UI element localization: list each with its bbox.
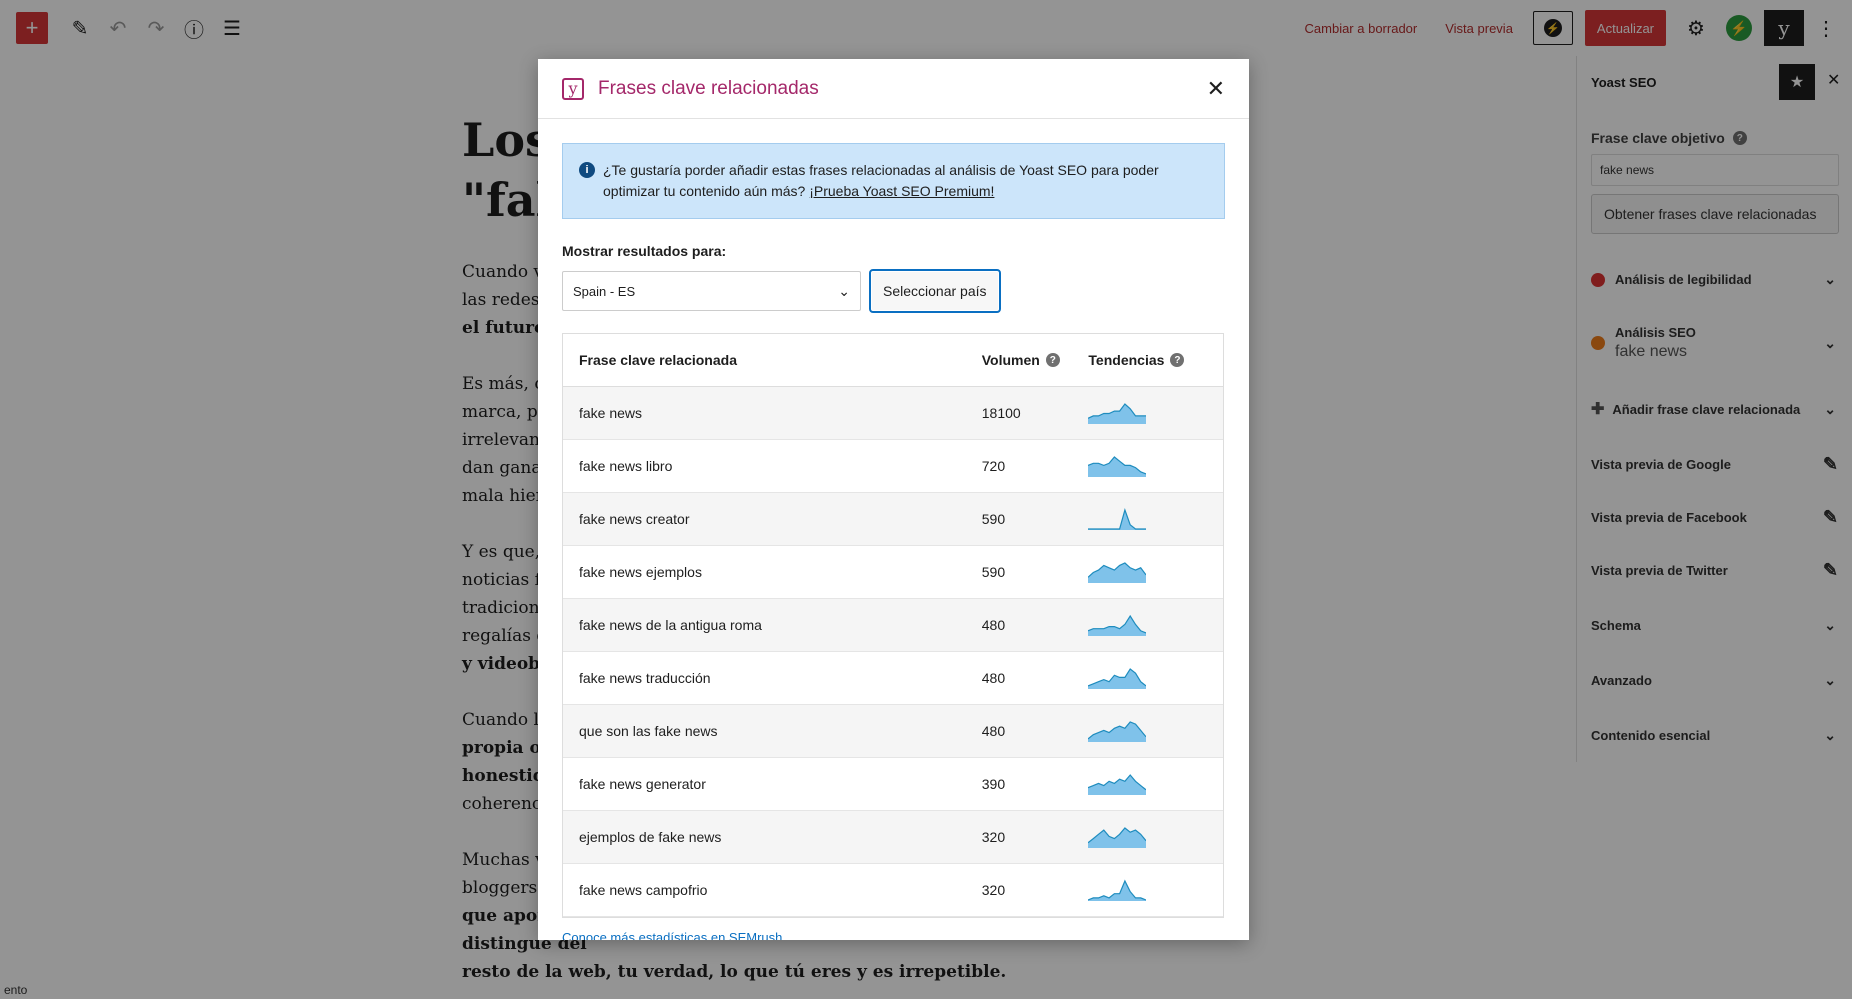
modal-title: Frases clave relacionadas (598, 77, 819, 99)
keyphrase-cell: que son las fake news (579, 723, 718, 739)
trend-chart (1088, 456, 1147, 477)
volume-cell: 320 (981, 882, 1006, 898)
trend-sparkline (1088, 402, 1223, 424)
table-row: fake news campofrio 320 (563, 864, 1223, 917)
table-header: Frase clave relacionada Volumen ? Tenden… (563, 334, 1223, 387)
trend-sparkline (1088, 773, 1223, 795)
keyphrase-cell: ejemplos de fake news (579, 829, 722, 845)
table-row: fake news ejemplos 590 (563, 546, 1223, 599)
keyphrase-cell: fake news libro (579, 458, 673, 474)
trend-area (1088, 404, 1147, 424)
keyphrase-cell: fake news campofrio (579, 882, 708, 898)
trend-area (1088, 563, 1147, 583)
trend-chart (1088, 668, 1147, 689)
volume-cell: 720 (981, 458, 1006, 474)
modal-header: y Frases clave relacionadas ✕ (538, 59, 1249, 119)
table-row: fake news traducción 480 (563, 652, 1223, 705)
keyphrase-cell: fake news de la antigua roma (579, 617, 762, 633)
select-country-button[interactable]: Seleccionar país (869, 269, 1001, 313)
keyphrase-cell: fake news creator (579, 511, 690, 527)
trend-sparkline (1088, 455, 1223, 477)
table-row: fake news de la antigua roma 480 (563, 599, 1223, 652)
volume-cell: 480 (981, 670, 1006, 686)
country-select[interactable]: Spain - ES ⌄ (562, 271, 861, 311)
show-results-label: Mostrar resultados para: (562, 243, 727, 259)
trend-area (1088, 669, 1147, 689)
trend-sparkline (1088, 879, 1223, 901)
premium-alert: i ¿Te gustaría porder añadir estas frase… (562, 143, 1225, 219)
keyphrase-cell: fake news (579, 405, 643, 421)
trend-chart (1088, 721, 1147, 742)
trend-sparkline (1088, 720, 1223, 742)
chevron-down-icon: ⌄ (838, 282, 850, 299)
trend-sparkline (1088, 667, 1223, 689)
table-row: que son las fake news 480 (563, 705, 1223, 758)
trend-line (1088, 508, 1147, 530)
trend-chart (1088, 562, 1147, 583)
volume-cell: 390 (981, 776, 1006, 792)
trend-area (1088, 510, 1147, 530)
keyphrase-cell: fake news ejemplos (579, 564, 702, 580)
help-icon[interactable]: ? (1045, 353, 1060, 367)
trend-area (1088, 775, 1147, 795)
info-icon: i (579, 162, 595, 178)
col-trends-header: Tendencias ? (1088, 352, 1223, 368)
help-icon[interactable]: ? (1170, 353, 1185, 367)
volume-cell: 18100 (981, 405, 1021, 421)
trend-chart (1088, 879, 1147, 901)
trend-chart (1088, 827, 1147, 848)
volume-cell: 480 (981, 723, 1006, 739)
volume-cell: 480 (981, 617, 1006, 633)
volume-cell: 320 (981, 829, 1006, 845)
table-row: fake news generator 390 (563, 758, 1223, 811)
table-row: fake news libro 720 (563, 440, 1223, 493)
semrush-link[interactable]: Conoce más estadísticas en SEMrush (562, 930, 782, 940)
keyphrase-cell: fake news generator (579, 776, 706, 792)
trend-area (1088, 722, 1147, 742)
trend-sparkline (1088, 614, 1223, 636)
trend-sparkline (1088, 508, 1223, 530)
table-row: fake news creator 590 (563, 493, 1223, 546)
premium-link[interactable]: ¡Prueba Yoast SEO Premium! (809, 183, 994, 199)
table-row: fake news 18100 (563, 387, 1223, 440)
related-keyphrases-modal: y Frases clave relacionadas ✕ i ¿Te gust… (538, 59, 1249, 940)
trend-chart (1088, 403, 1147, 424)
trend-chart (1088, 508, 1147, 530)
trend-chart (1088, 774, 1147, 795)
close-icon[interactable]: ✕ (1207, 76, 1225, 102)
table-row: ejemplos de fake news 320 (563, 811, 1223, 864)
col-phrase-header: Frase clave relacionada (579, 352, 737, 368)
volume-cell: 590 (981, 564, 1006, 580)
related-keyphrases-table: Frase clave relacionada Volumen ? Tenden… (562, 333, 1224, 918)
keyphrase-cell: fake news traducción (579, 670, 711, 686)
yoast-logo-icon: y (562, 77, 584, 100)
trend-area (1088, 457, 1147, 477)
volume-cell: 590 (981, 511, 1006, 527)
trend-sparkline (1088, 561, 1223, 583)
trend-chart (1088, 614, 1147, 636)
trend-sparkline (1088, 826, 1223, 848)
col-volume-header: Volumen ? (982, 352, 1089, 368)
